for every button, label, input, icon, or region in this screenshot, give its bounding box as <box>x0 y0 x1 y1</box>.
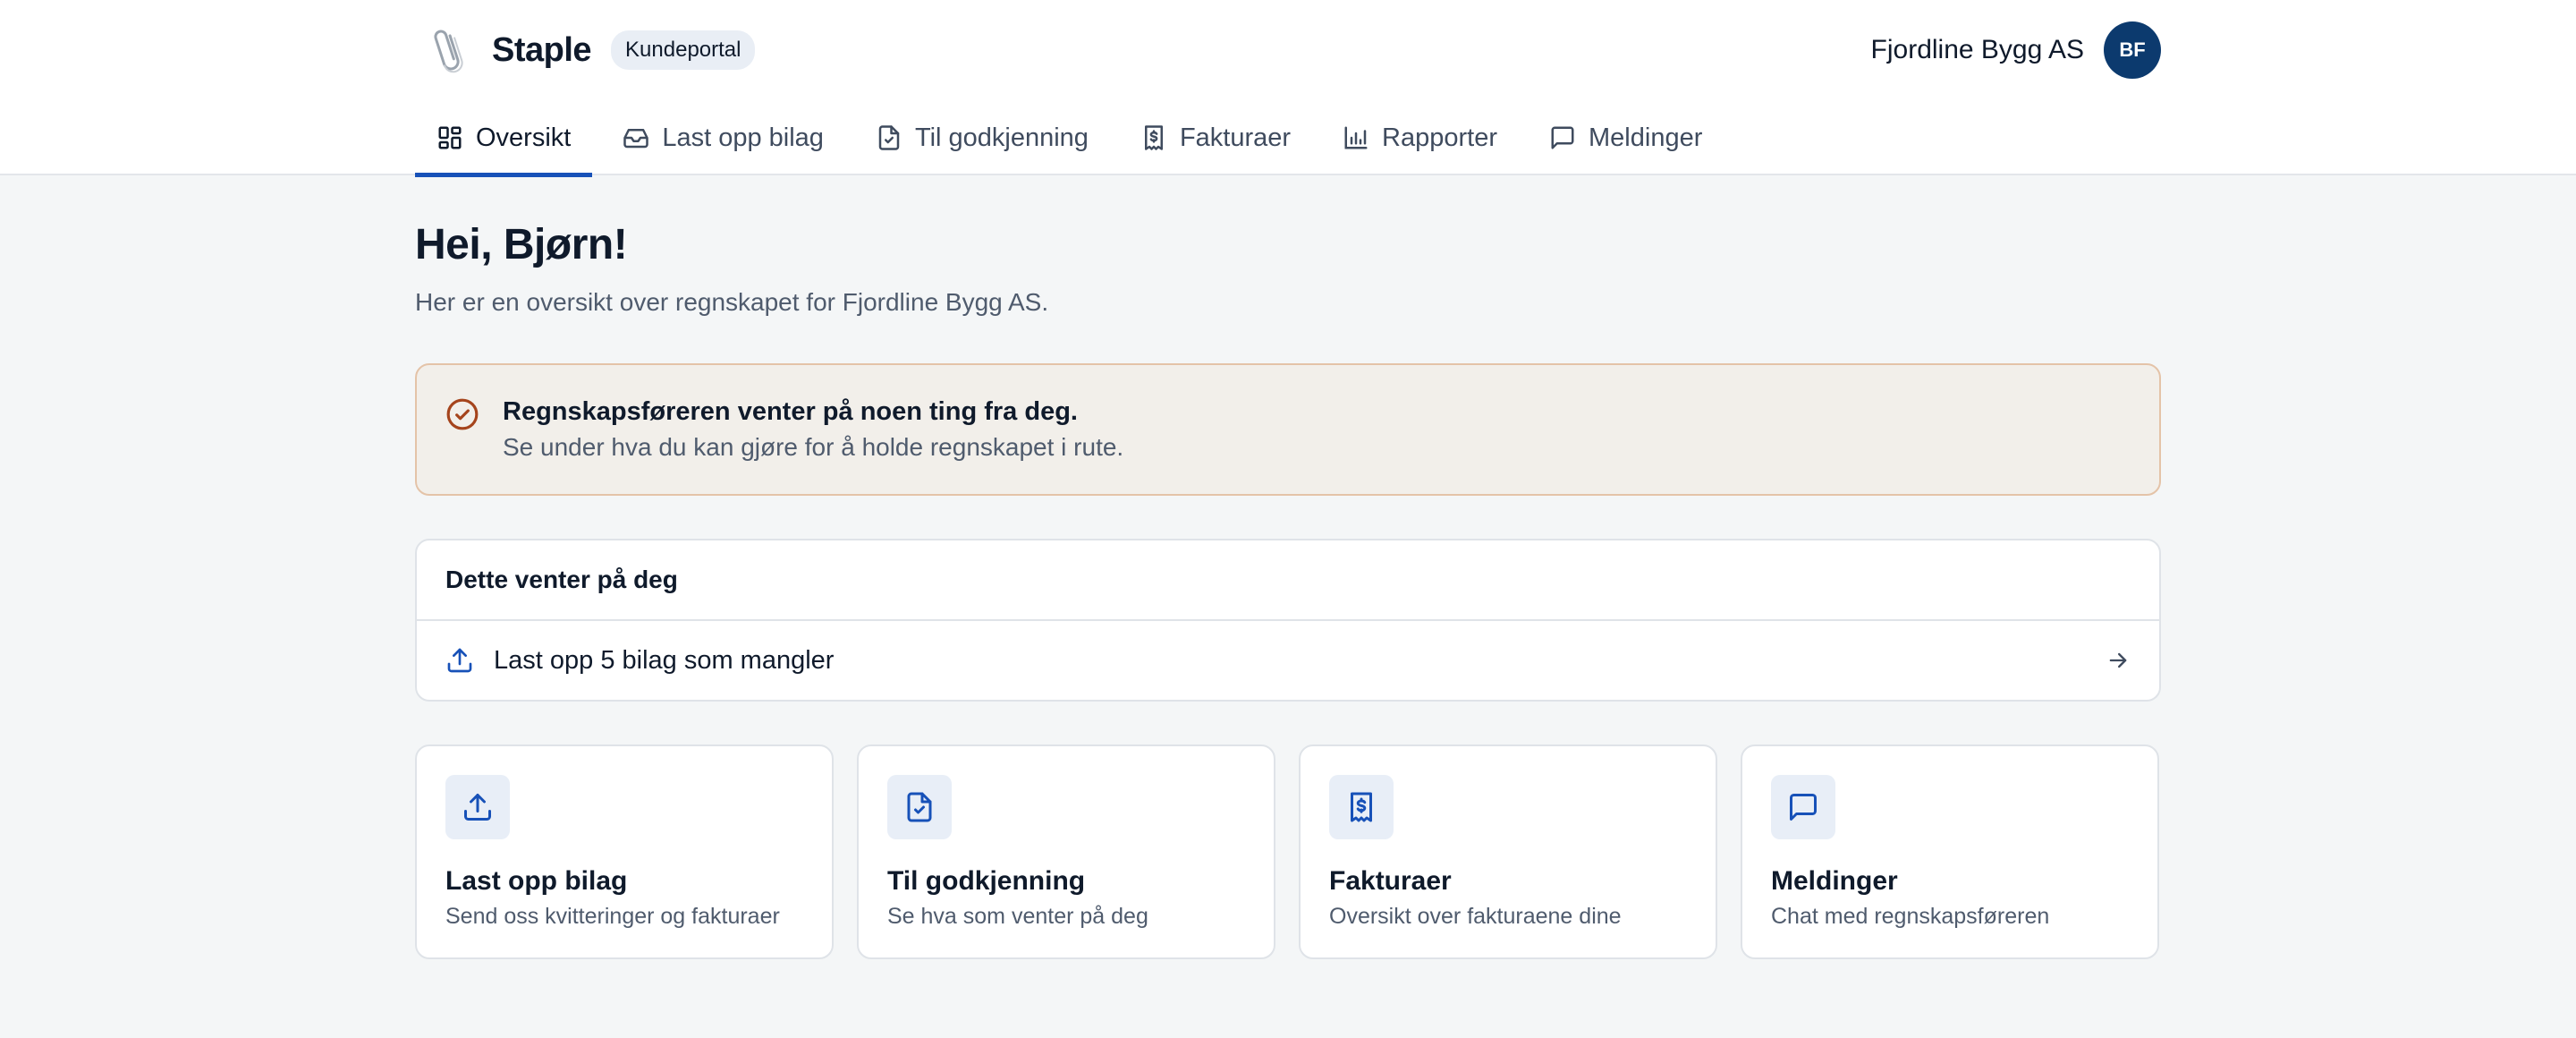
pending-heading: Dette venter på deg <box>417 540 2159 621</box>
page-title: Hei, Bjørn! <box>415 221 628 268</box>
tab-rapporter[interactable]: Rapporter <box>1321 100 1519 175</box>
card-icon-box <box>1771 775 1835 839</box>
page-subtitle: Her er en oversikt over regnskapet for F… <box>415 288 1049 316</box>
card-description: Send oss kvitteringer og fakturaer <box>445 904 780 929</box>
bar-chart-icon <box>1344 126 1368 149</box>
brand-name[interactable]: Staple <box>492 31 592 70</box>
message-icon <box>1790 794 1817 821</box>
tab-fakturaer[interactable]: Fakturaer <box>1119 100 1312 175</box>
tab-label: Meldinger <box>1589 123 1703 152</box>
document-check-icon <box>907 792 932 822</box>
card-icon-box <box>887 775 952 839</box>
tab-oversikt[interactable]: Oversikt <box>415 100 593 177</box>
card-title: Fakturaer <box>1329 866 1452 896</box>
upload-icon <box>447 648 472 673</box>
document-check-icon <box>878 125 900 150</box>
check-circle-icon <box>446 398 479 430</box>
tab-label: Rapporter <box>1382 123 1498 152</box>
card-icon-box <box>1329 775 1394 839</box>
inbox-icon <box>623 129 649 149</box>
card-meldinger[interactable]: Meldinger Chat med regnskapsføreren <box>1741 744 2159 959</box>
quick-links: Last opp bilag Send oss kvitteringer og … <box>415 744 2161 959</box>
tab-label: Fakturaer <box>1179 123 1292 152</box>
avatar[interactable]: BF <box>2104 21 2161 79</box>
invoice-icon <box>1351 792 1372 822</box>
portal-badge: Kundeportal <box>611 30 756 70</box>
company-name[interactable]: Fjordline Bygg AS <box>1871 35 2084 65</box>
card-title: Last opp bilag <box>445 866 628 896</box>
pending-item[interactable]: Last opp 5 bilag som mangler <box>417 621 2159 700</box>
tab-label: Oversikt <box>476 123 572 152</box>
alert-text: Se under hva du kan gjøre for å holde re… <box>503 433 1124 461</box>
card-title: Til godkjenning <box>887 866 1086 896</box>
dashboard-icon <box>438 126 462 149</box>
card-description: Oversikt over fakturaene dine <box>1329 904 1622 929</box>
main-nav: Oversikt Last opp bilag Til godkjenning … <box>415 100 1733 177</box>
invoice-icon <box>1144 125 1163 150</box>
alert-title: Regnskapsføreren venter på noen ting fra… <box>503 397 1078 426</box>
card-description: Se hva som venter på deg <box>887 904 1148 929</box>
tab-label: Last opp bilag <box>662 123 824 152</box>
tab-label: Til godkjenning <box>914 123 1089 152</box>
attention-alert: Regnskapsføreren venter på noen ting fra… <box>415 363 2161 496</box>
card-fakturaer[interactable]: Fakturaer Oversikt over fakturaene dine <box>1299 744 1717 959</box>
upload-icon <box>464 794 491 821</box>
card-title: Meldinger <box>1771 866 1898 896</box>
tab-meldinger[interactable]: Meldinger <box>1528 100 1724 175</box>
pending-item-label: Last opp 5 bilag som mangler <box>494 645 835 675</box>
card-last-opp-bilag[interactable]: Last opp bilag Send oss kvitteringer og … <box>415 744 834 959</box>
card-description: Chat med regnskapsføreren <box>1771 904 2050 929</box>
card-icon-box <box>445 775 510 839</box>
header: Staple Kundeportal Fjordline Bygg AS BF <box>415 0 2161 100</box>
pending-panel: Dette venter på deg Last opp 5 bilag som… <box>415 539 2161 702</box>
message-icon <box>1551 126 1574 149</box>
arrow-right-icon[interactable] <box>2106 648 2131 673</box>
paperclip-icon[interactable] <box>429 24 469 76</box>
tab-last-opp-bilag[interactable]: Last opp bilag <box>601 100 845 175</box>
tab-til-godkjenning[interactable]: Til godkjenning <box>854 100 1110 175</box>
card-til-godkjenning[interactable]: Til godkjenning Se hva som venter på deg <box>857 744 1275 959</box>
